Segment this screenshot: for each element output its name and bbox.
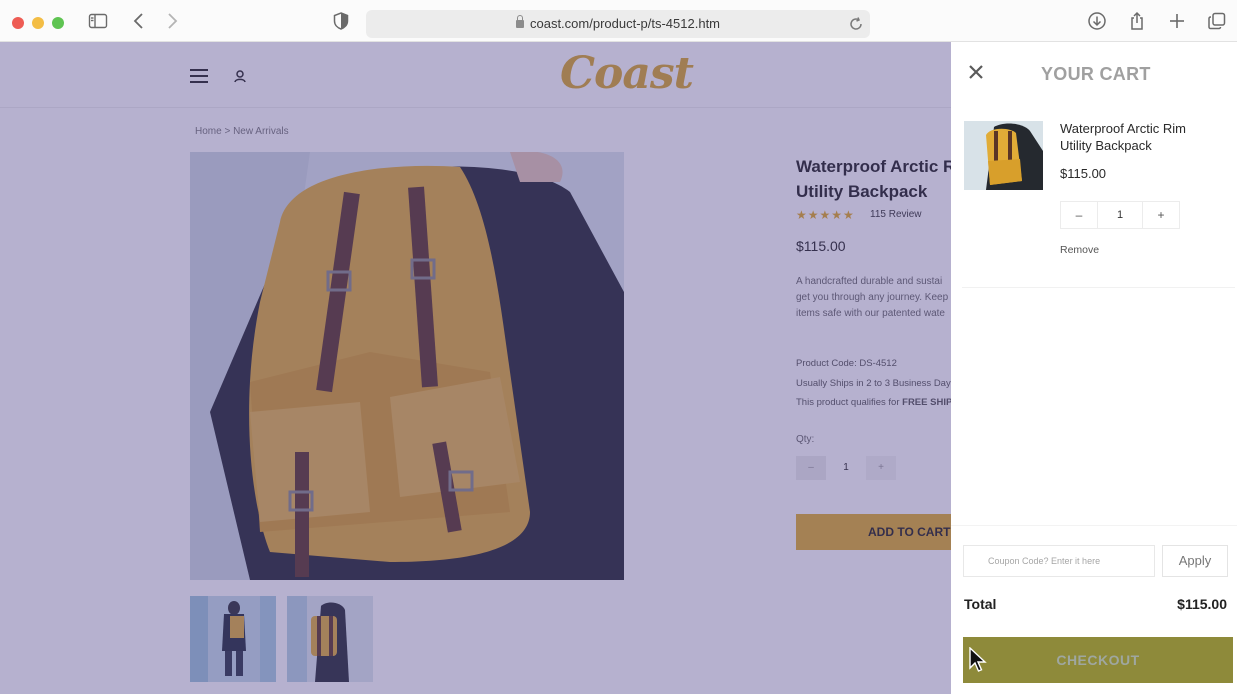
minimize-window-button[interactable] bbox=[32, 17, 44, 29]
back-icon[interactable] bbox=[129, 11, 149, 31]
product-page: Coast Home > New Arrivals Waterproof Arc… bbox=[0, 42, 951, 694]
cart-item-price: $115.00 bbox=[1060, 166, 1107, 181]
total-value: $115.00 bbox=[1177, 596, 1227, 612]
lock-icon bbox=[515, 15, 524, 28]
new-tab-icon[interactable] bbox=[1167, 11, 1187, 31]
product-thumbnail-2[interactable] bbox=[287, 596, 373, 682]
cart-qty-minus-button[interactable]: – bbox=[1061, 202, 1097, 228]
free-shipping-note: This product qualifies for FREE SHIPPI bbox=[796, 397, 951, 408]
mouse-cursor-icon bbox=[969, 647, 987, 672]
share-icon[interactable] bbox=[1127, 11, 1147, 31]
product-thumbnail-1[interactable] bbox=[190, 596, 276, 682]
rating-stars[interactable]: ★★★★★ bbox=[796, 208, 855, 222]
qty-minus-button[interactable]: – bbox=[796, 456, 826, 480]
zoom-window-button[interactable] bbox=[52, 17, 64, 29]
forward-icon[interactable] bbox=[162, 11, 182, 31]
site-logo[interactable]: Coast bbox=[560, 48, 694, 99]
address-bar[interactable]: coast.com/product-p/ts-4512.htm bbox=[366, 10, 870, 38]
checkout-button[interactable]: CHECKOUT bbox=[963, 637, 1233, 683]
product-description: A handcrafted durable and sustai get you… bbox=[796, 276, 949, 319]
site-header: Coast bbox=[0, 42, 951, 108]
cart-quantity-stepper: – 1 + bbox=[1060, 201, 1180, 229]
qty-label: Qty: bbox=[796, 434, 815, 445]
cart-item-image[interactable] bbox=[964, 121, 1043, 190]
close-icon[interactable] bbox=[968, 64, 984, 80]
close-window-button[interactable] bbox=[12, 17, 24, 29]
total-label: Total bbox=[964, 596, 997, 612]
cart-drawer: YOUR CART Waterproof Arctic Rim Utility … bbox=[951, 42, 1237, 694]
remove-item-link[interactable]: Remove bbox=[1060, 244, 1099, 256]
cart-qty-value[interactable]: 1 bbox=[1097, 202, 1143, 228]
review-count[interactable]: 115 Review bbox=[870, 209, 922, 220]
divider bbox=[962, 287, 1235, 288]
qty-plus-button[interactable]: + bbox=[866, 456, 896, 480]
coupon-field[interactable] bbox=[963, 545, 1155, 577]
cart-title: YOUR CART bbox=[1041, 64, 1151, 84]
shield-icon[interactable] bbox=[331, 11, 351, 31]
product-title: Waterproof Arctic Rim Utility Backpack bbox=[796, 157, 951, 201]
shipping-info: Usually Ships in 2 to 3 Business Days bbox=[796, 378, 951, 389]
sidebar-icon[interactable] bbox=[88, 11, 108, 31]
qty-value[interactable]: 1 bbox=[834, 456, 858, 480]
product-code: Product Code: DS-4512 bbox=[796, 358, 897, 369]
breadcrumb[interactable]: Home > New Arrivals bbox=[195, 126, 289, 137]
cart-qty-plus-button[interactable]: + bbox=[1143, 202, 1179, 228]
account-icon[interactable] bbox=[233, 69, 247, 83]
product-main-image[interactable] bbox=[190, 152, 624, 580]
apply-coupon-button[interactable]: Apply bbox=[1162, 545, 1228, 577]
coupon-input[interactable] bbox=[964, 546, 1154, 576]
tabs-icon[interactable] bbox=[1207, 11, 1227, 31]
browser-toolbar: coast.com/product-p/ts-4512.htm bbox=[0, 0, 1237, 42]
url-text: coast.com/product-p/ts-4512.htm bbox=[529, 16, 721, 31]
product-price: $115.00 bbox=[796, 238, 846, 254]
menu-icon[interactable] bbox=[190, 69, 208, 83]
cart-item-name[interactable]: Waterproof Arctic Rim Utility Backpack bbox=[1060, 120, 1210, 154]
divider bbox=[951, 525, 1237, 526]
reload-icon[interactable] bbox=[848, 16, 864, 32]
download-icon[interactable] bbox=[1087, 11, 1107, 31]
add-to-cart-button[interactable]: ADD TO CART bbox=[796, 514, 951, 550]
